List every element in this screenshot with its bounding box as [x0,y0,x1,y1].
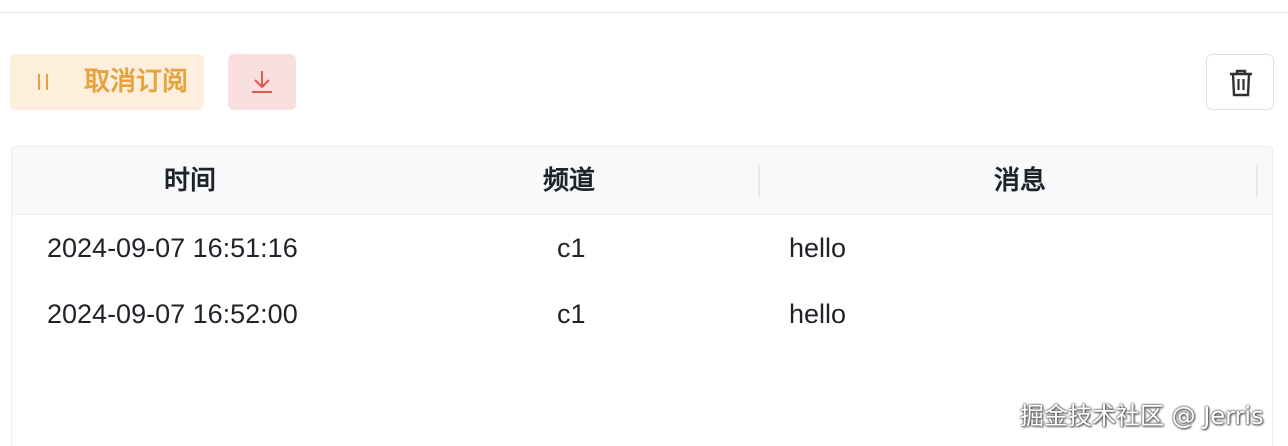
table-header: 时间 频道 消息 [12,147,1272,215]
table-row: 2024-09-07 16:52:00 c1 hello [12,281,1272,347]
header-time: 时间 [164,166,217,196]
column-resize-handle[interactable] [758,165,760,197]
download-icon [252,71,272,93]
cell-time: 2024-09-07 16:52:00 [47,299,298,329]
cell-message: hello [789,299,847,329]
cell-message: hello [789,233,847,263]
header-message: 消息 [994,166,1047,196]
column-resize-handle[interactable] [1256,165,1258,197]
cell-channel: c1 [557,299,586,329]
trash-icon [1230,69,1252,97]
toolbar: 取消订阅 [0,0,1288,130]
download-button[interactable] [228,54,296,110]
pause-icon [36,74,50,90]
table-body: 2024-09-07 16:51:16 c1 hello 2024-09-07 … [12,215,1272,347]
header-channel: 频道 [543,166,596,196]
delete-button[interactable] [1206,54,1274,110]
table-row: 2024-09-07 16:51:16 c1 hello [12,215,1272,281]
cell-time: 2024-09-07 16:51:16 [47,233,298,263]
unsubscribe-button[interactable]: 取消订阅 [10,54,204,110]
cell-channel: c1 [557,233,586,263]
watermark: 掘金技术社区 @ Jerris [1020,402,1264,430]
unsubscribe-label: 取消订阅 [84,67,189,97]
